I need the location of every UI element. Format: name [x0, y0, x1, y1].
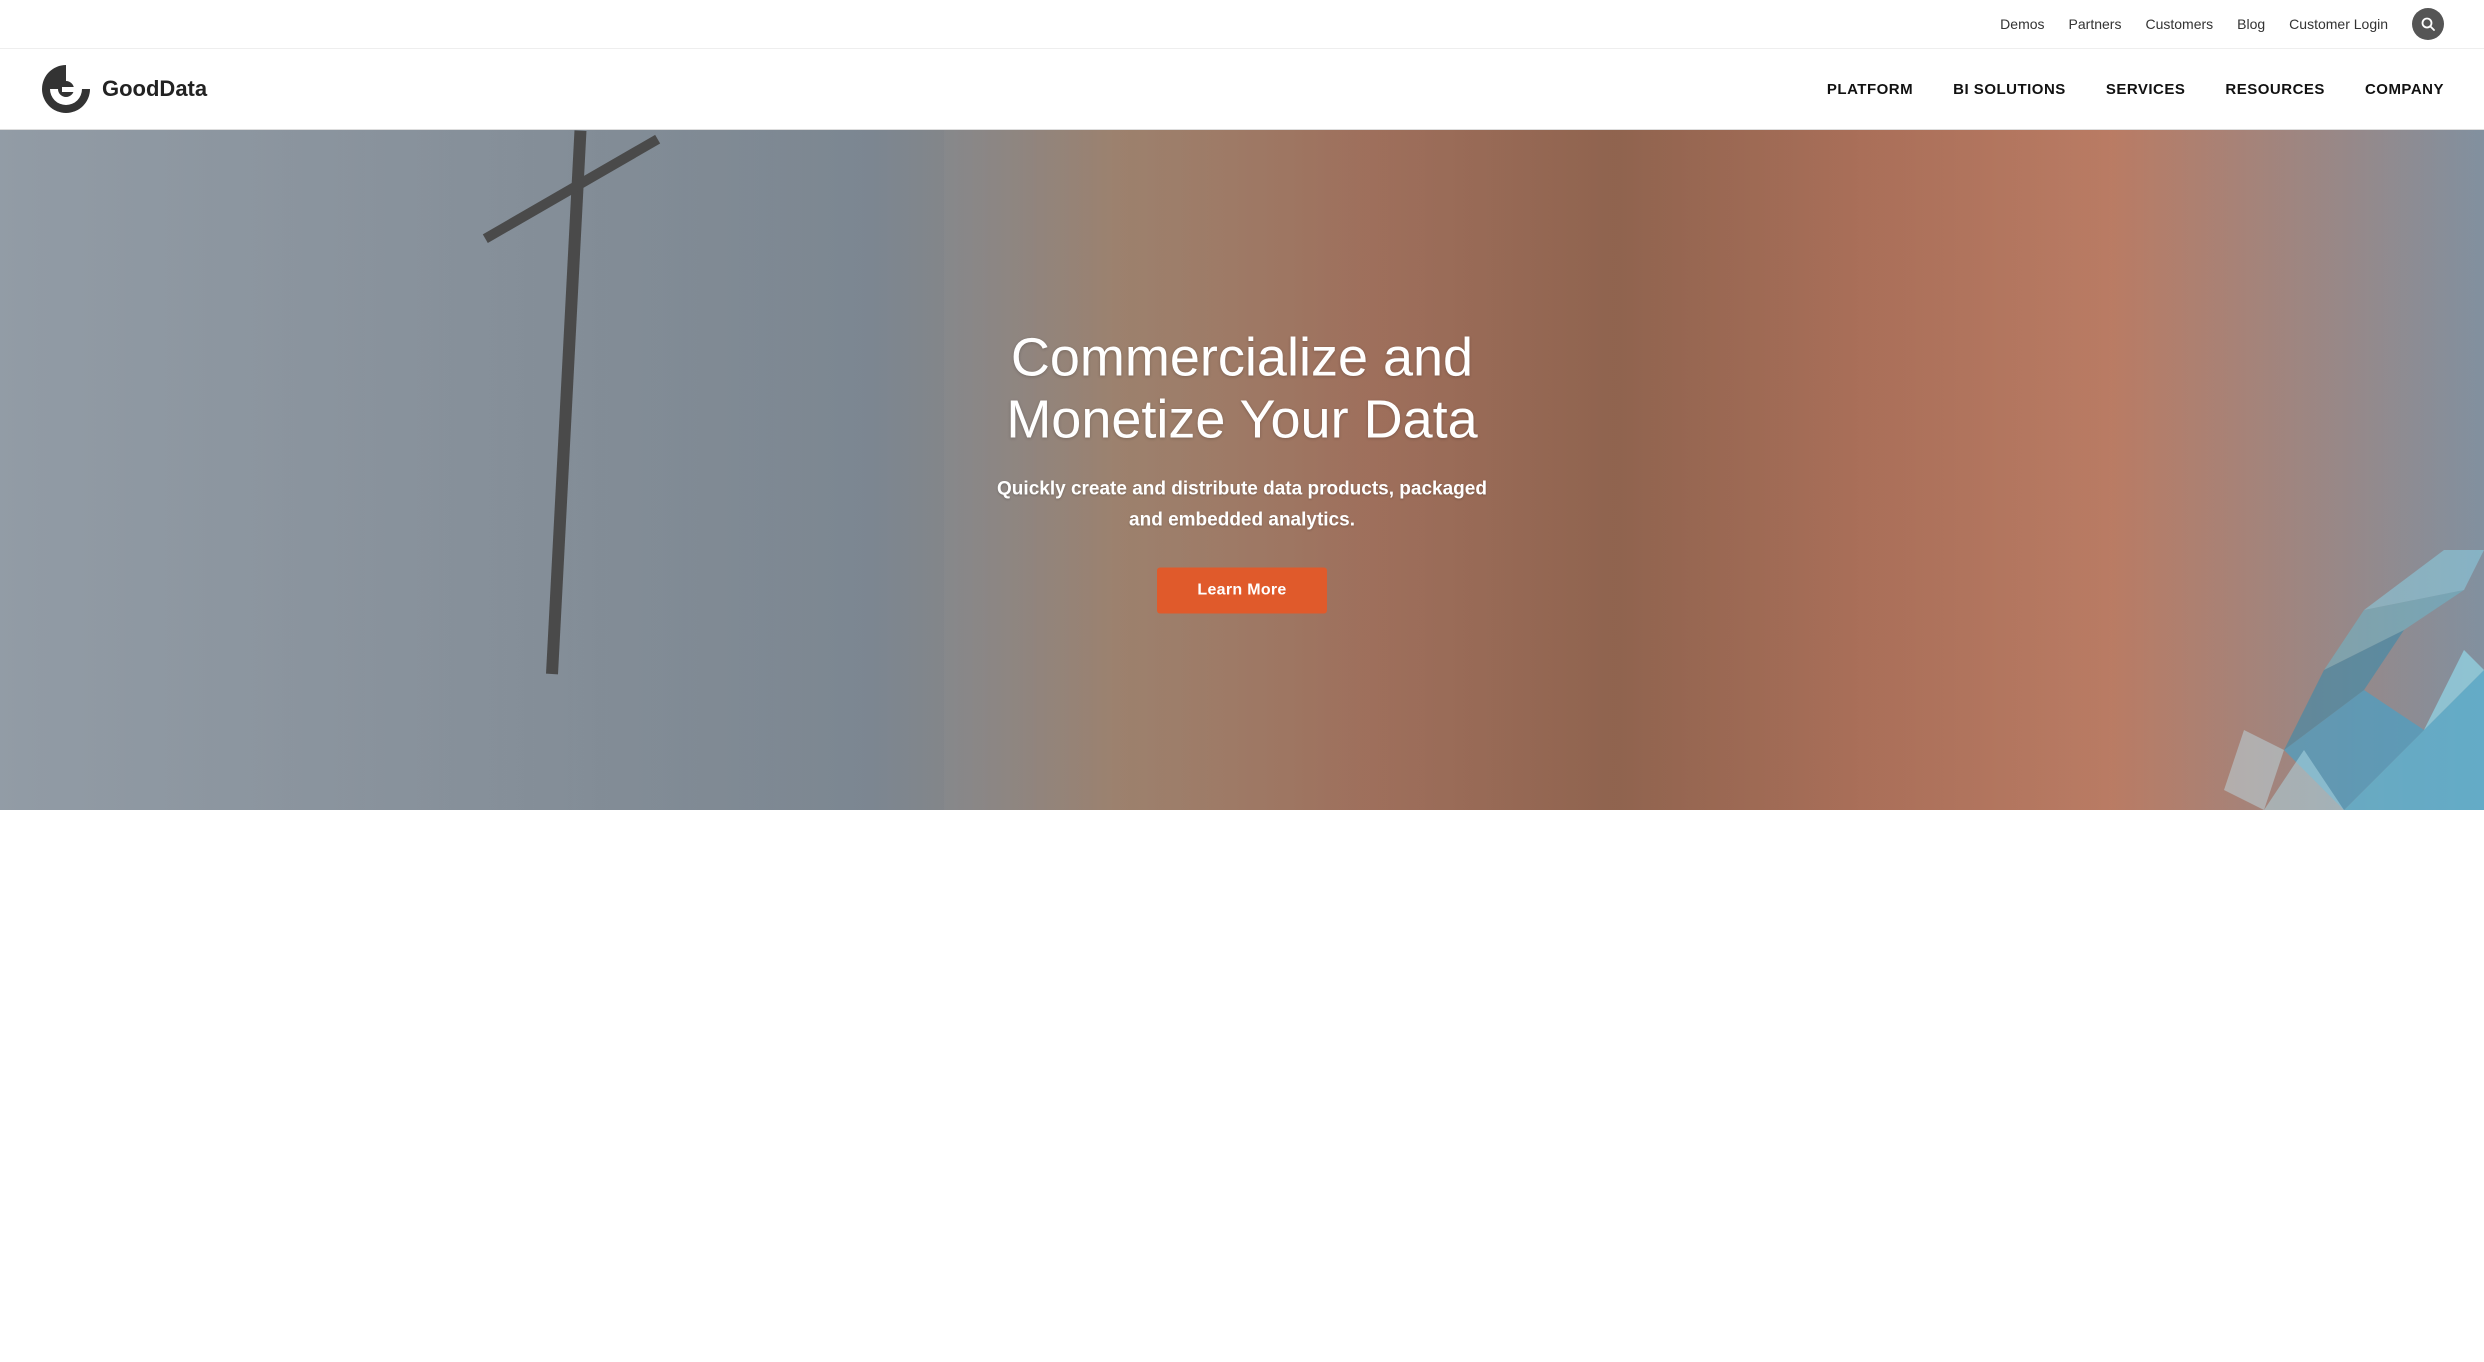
nav-services[interactable]: SERVICES: [2106, 81, 2186, 98]
hero-subtext: Quickly create and distribute data produ…: [992, 475, 1492, 536]
hero-cta-button[interactable]: Learn More: [1157, 567, 1326, 613]
search-icon: [2421, 17, 2435, 31]
nav-bi-solutions[interactable]: BI SOLUTIONS: [1953, 81, 2066, 98]
hero-section: Commercialize and Monetize Your Data Qui…: [0, 130, 2484, 810]
nav-links: PLATFORM BI SOLUTIONS SERVICES RESOURCES…: [1827, 81, 2444, 98]
logo-text: GoodData: [102, 76, 207, 102]
hero-headline: Commercialize and Monetize Your Data: [992, 327, 1492, 451]
gooddata-logo-icon: [40, 63, 92, 115]
topbar-link-demos[interactable]: Demos: [2000, 16, 2044, 32]
logo-link[interactable]: GoodData: [40, 63, 207, 115]
top-bar: Demos Partners Customers Blog Customer L…: [0, 0, 2484, 49]
topbar-link-partners[interactable]: Partners: [2069, 16, 2122, 32]
topbar-link-customer-login[interactable]: Customer Login: [2289, 16, 2388, 32]
hero-content: Commercialize and Monetize Your Data Qui…: [992, 327, 1492, 614]
nav-company[interactable]: COMPANY: [2365, 81, 2444, 98]
topbar-link-customers[interactable]: Customers: [2145, 16, 2213, 32]
topbar-link-blog[interactable]: Blog: [2237, 16, 2265, 32]
nav-resources[interactable]: RESOURCES: [2225, 81, 2325, 98]
main-nav: GoodData PLATFORM BI SOLUTIONS SERVICES …: [0, 49, 2484, 130]
geometric-decoration: [2164, 550, 2484, 810]
search-button[interactable]: [2412, 8, 2444, 40]
nav-platform[interactable]: PLATFORM: [1827, 81, 1913, 98]
